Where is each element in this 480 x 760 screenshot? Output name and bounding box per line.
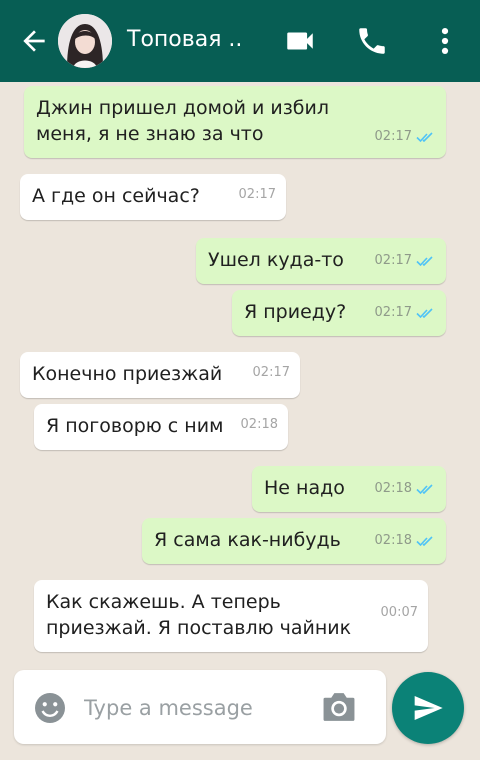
message-time: 02:17 [374, 305, 412, 320]
message-text: Джин пришел домой и избил меня, я не зна… [36, 97, 330, 145]
send-button[interactable] [392, 672, 464, 744]
message-text: Я поговорю с ним [46, 415, 224, 437]
phone-icon[interactable] [355, 24, 389, 58]
contact-name[interactable]: Топовая .. [127, 27, 242, 52]
message-text: Я приеду? [244, 301, 347, 323]
video-call-icon[interactable] [283, 24, 317, 58]
message-time: 02:17 [238, 187, 276, 202]
send-icon [414, 696, 443, 720]
message-time: 02:18 [374, 533, 412, 548]
message-text: Я сама как-нибудь [154, 529, 341, 551]
message-text: Как скажешь. А теперь приезжай. Я постав… [46, 591, 352, 639]
message-bubble[interactable]: Я поговорю с ним 02:18 [34, 404, 288, 450]
message-bubble[interactable]: Ушел куда-то 02:17 [196, 238, 446, 284]
message-bubble[interactable]: Я сама как-нибудь 02:18 [142, 518, 446, 564]
message-bubble[interactable]: Как скажешь. А теперь приезжай. Я постав… [34, 580, 428, 652]
read-ticks-icon [416, 308, 433, 319]
back-arrow-icon[interactable] [18, 25, 50, 57]
message-text: Ушел куда-то [208, 249, 344, 271]
message-bubble[interactable]: А где он сейчас? 02:17 [20, 174, 286, 220]
chat-header: Топовая .. [0, 0, 480, 82]
message-time: 02:17 [252, 365, 290, 380]
message-time: 02:17 [374, 253, 412, 268]
message-composer [14, 670, 386, 744]
message-text: Конечно приезжай [32, 363, 223, 385]
message-list[interactable]: Джин пришел домой и избил меня, я не зна… [0, 82, 480, 760]
message-bubble[interactable]: Конечно приезжай 02:17 [20, 352, 300, 398]
read-ticks-icon [416, 256, 433, 267]
message-time: 00:07 [380, 605, 418, 620]
read-ticks-icon [416, 484, 433, 495]
emoji-icon[interactable] [32, 690, 68, 726]
avatar-image [58, 14, 112, 68]
message-bubble[interactable]: Джин пришел домой и избил меня, я не зна… [24, 86, 446, 158]
message-text: Не надо [264, 477, 345, 499]
message-time: 02:17 [374, 129, 412, 144]
message-text: А где он сейчас? [32, 185, 200, 207]
message-bubble[interactable]: Я приеду? 02:17 [232, 290, 446, 336]
message-input[interactable] [82, 692, 316, 724]
read-ticks-icon [416, 536, 433, 547]
camera-icon[interactable] [319, 690, 359, 724]
avatar[interactable] [58, 14, 112, 68]
more-vert-icon[interactable] [428, 24, 462, 58]
message-bubble[interactable]: Не надо 02:18 [252, 466, 446, 512]
read-ticks-icon [416, 132, 433, 143]
message-time: 02:18 [374, 481, 412, 496]
message-time: 02:18 [240, 417, 278, 432]
